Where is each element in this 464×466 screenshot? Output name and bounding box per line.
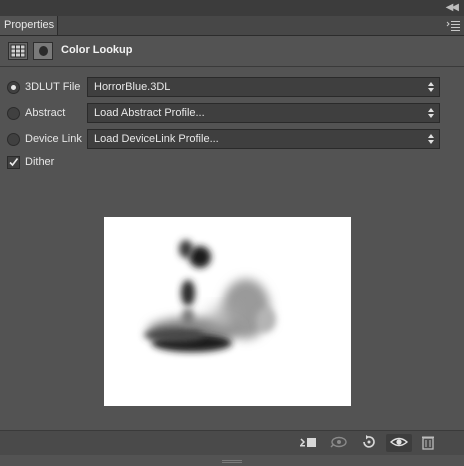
label-device-link: Device Link: [25, 133, 82, 145]
double-chevron-left-icon[interactable]: ◀◀: [446, 2, 459, 13]
resize-grip[interactable]: [222, 454, 242, 463]
radio-3dlut-file[interactable]: [7, 81, 20, 94]
option-row-abstract: Abstract Load Abstract Profile...: [0, 103, 464, 125]
radio-device-link[interactable]: [7, 133, 20, 146]
select-devicelink-profile[interactable]: Load DeviceLink Profile...: [87, 129, 440, 149]
adjustment-grid-icon[interactable]: [8, 42, 28, 60]
mask-dot: [39, 46, 48, 56]
radio-abstract[interactable]: [7, 107, 20, 120]
select-abstract-value: Load Abstract Profile...: [94, 107, 205, 119]
select-abstract-profile[interactable]: Load Abstract Profile...: [87, 103, 440, 123]
option-row-dither: Dither: [0, 152, 464, 174]
properties-header: Color Lookup: [0, 36, 464, 67]
select-3dlut-file[interactable]: HorrorBlue.3DL: [87, 77, 440, 97]
option-row-3dlut: 3DLUT File HorrorBlue.3DL: [0, 77, 464, 99]
properties-footer-toolbar: [0, 430, 464, 455]
lut-preview-image: [104, 217, 351, 406]
reset-icon[interactable]: [355, 434, 381, 452]
label-abstract: Abstract: [25, 107, 66, 119]
stepper-arrows-icon: [428, 82, 434, 92]
stepper-arrows-icon: [428, 108, 434, 118]
view-previous-state-icon[interactable]: [326, 434, 352, 452]
eye-icon[interactable]: [386, 434, 412, 452]
option-row-device-link: Device Link Load DeviceLink Profile...: [0, 129, 464, 151]
stepper-arrows-icon: [428, 134, 434, 144]
trash-icon[interactable]: [415, 434, 441, 452]
clip-to-layer-icon[interactable]: [295, 434, 321, 452]
dither-checkbox[interactable]: [7, 156, 20, 169]
layer-mask-icon[interactable]: [33, 42, 53, 60]
label-dither: Dither: [25, 156, 55, 168]
label-3dlut-file: 3DLUT File: [25, 81, 81, 93]
tab-properties[interactable]: Properties: [0, 16, 58, 35]
select-3dlut-value: HorrorBlue.3DL: [94, 81, 171, 93]
panel-menu-icon[interactable]: [446, 20, 460, 31]
panel-title: Color Lookup: [61, 44, 133, 56]
tab-bar: Properties: [0, 16, 464, 36]
panel-dock-strip: ◀◀: [0, 0, 464, 17]
select-devicelink-value: Load DeviceLink Profile...: [94, 133, 219, 145]
checkmark-icon: [9, 158, 19, 167]
